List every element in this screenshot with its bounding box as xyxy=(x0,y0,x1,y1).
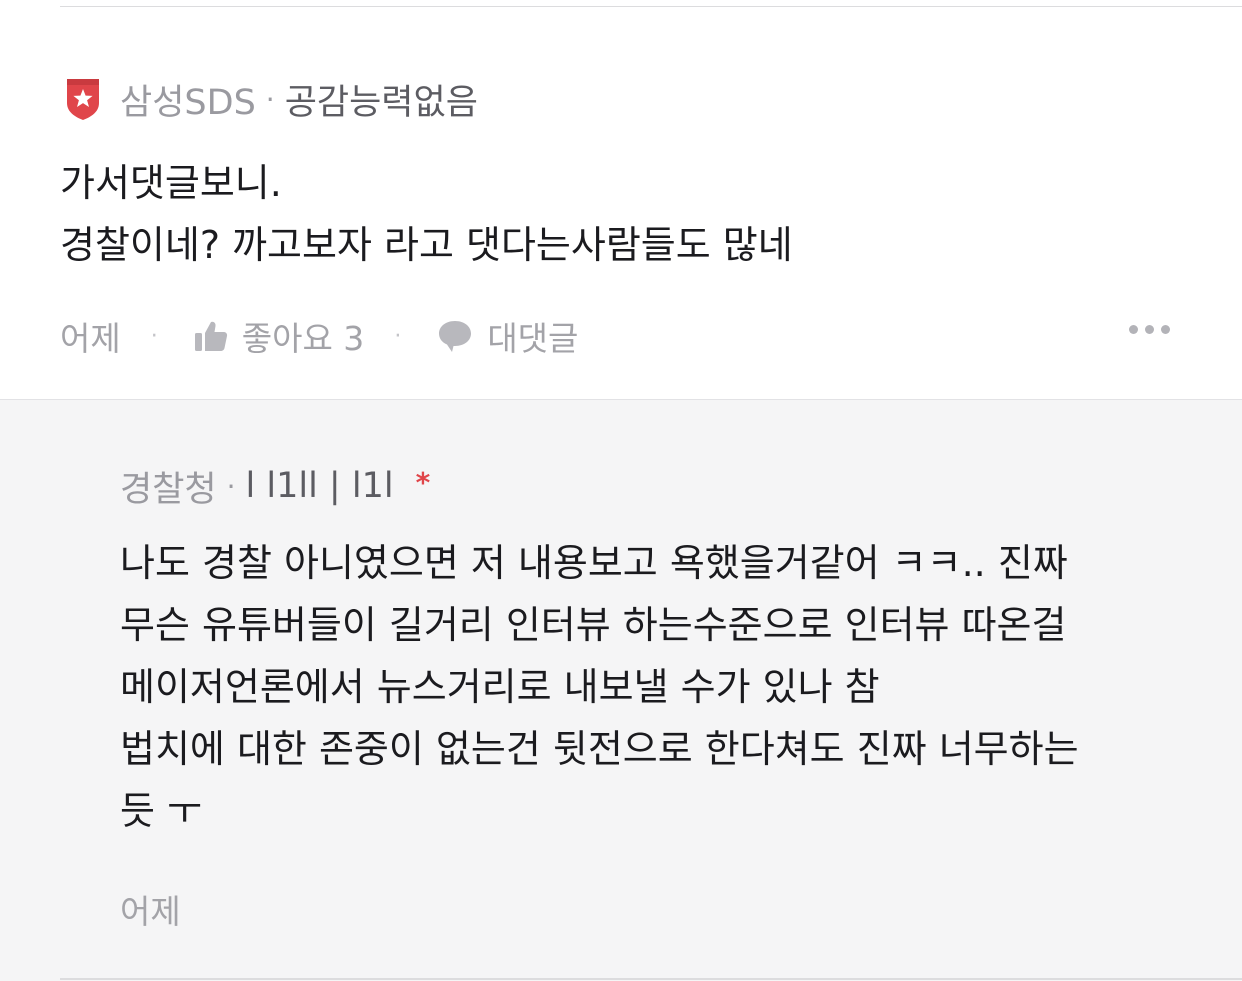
reply-label: 대댓글 xyxy=(487,319,579,358)
like-button[interactable]: 좋아요 3 xyxy=(194,312,365,360)
more-dots-icon xyxy=(1145,325,1154,334)
action-separator: · xyxy=(394,323,402,349)
comment: 삼성SDS · 공감능력없음 가서댓글보니. 경찰이네? 까고보자 라고 댓다는… xyxy=(0,7,1242,399)
comment-thread: 삼성SDS · 공감능력없음 가서댓글보니. 경찰이네? 까고보자 라고 댓다는… xyxy=(0,0,1242,981)
more-dots-icon xyxy=(1129,325,1138,334)
reply-time: 어제 xyxy=(120,892,181,931)
writer-badge: * xyxy=(415,465,431,499)
more-dots-icon xyxy=(1161,325,1170,334)
reply-body-line: 법치에 대한 존중이 없는건 뒷전으로 한다쳐도 진짜 너무하는 xyxy=(120,727,1079,771)
reply-body: 나도 경찰 아니였으면 저 내용보고 욕했을거같어 ㅋㅋ.. 진짜 무슨 유튜버… xyxy=(120,532,1230,842)
reply: 경찰청 · l l1ll | l1l * 나도 경찰 아니였으면 저 내용보고 … xyxy=(0,399,1242,981)
reply-author[interactable]: 경찰청 · l l1ll | l1l * xyxy=(120,462,430,510)
bottom-divider xyxy=(60,978,1242,980)
shield-star-icon xyxy=(64,77,102,121)
comment-author[interactable]: 삼성SDS · 공감능력없음 xyxy=(64,73,478,125)
reply-body-line: 나도 경찰 아니였으면 저 내용보고 욕했을거같어 ㅋㅋ.. 진짜 xyxy=(120,541,1068,585)
comment-body-line: 경찰이네? 까고보자 라고 댓다는사람들도 많네 xyxy=(60,223,793,267)
comment-body-line: 가서댓글보니. xyxy=(60,161,282,205)
reply-body-line: 메이저언론에서 뉴스거리로 내보낼 수가 있나 참 xyxy=(120,665,880,709)
author-separator: · xyxy=(226,469,236,503)
reply-body-line: 무슨 유튜버들이 길거리 인터뷰 하는수준으로 인터뷰 따온걸 xyxy=(120,603,1067,647)
reply-author-org: 경찰청 xyxy=(120,469,217,510)
comment-body: 가서댓글보니. 경찰이네? 까고보자 라고 댓다는사람들도 많네 xyxy=(60,152,1180,276)
reply-author-nickname: l l1ll | l1l xyxy=(245,466,394,506)
speech-bubble-icon xyxy=(439,321,472,352)
like-label: 좋아요 3 xyxy=(241,319,365,358)
reply-body-line: 듯 ㅜ xyxy=(120,789,202,833)
author-company: 삼성SDS xyxy=(120,82,256,123)
reply-button[interactable]: 대댓글 xyxy=(437,312,578,360)
author-nickname: 공감능력없음 xyxy=(284,82,478,123)
author-separator: · xyxy=(265,82,275,116)
action-separator: · xyxy=(150,323,158,349)
more-options-button[interactable] xyxy=(1129,325,1170,334)
comment-actions: 어제 · 좋아요 3 · 대댓글 xyxy=(60,307,1170,365)
comment-time: 어제 xyxy=(60,319,121,358)
thumbs-up-icon xyxy=(194,321,227,351)
